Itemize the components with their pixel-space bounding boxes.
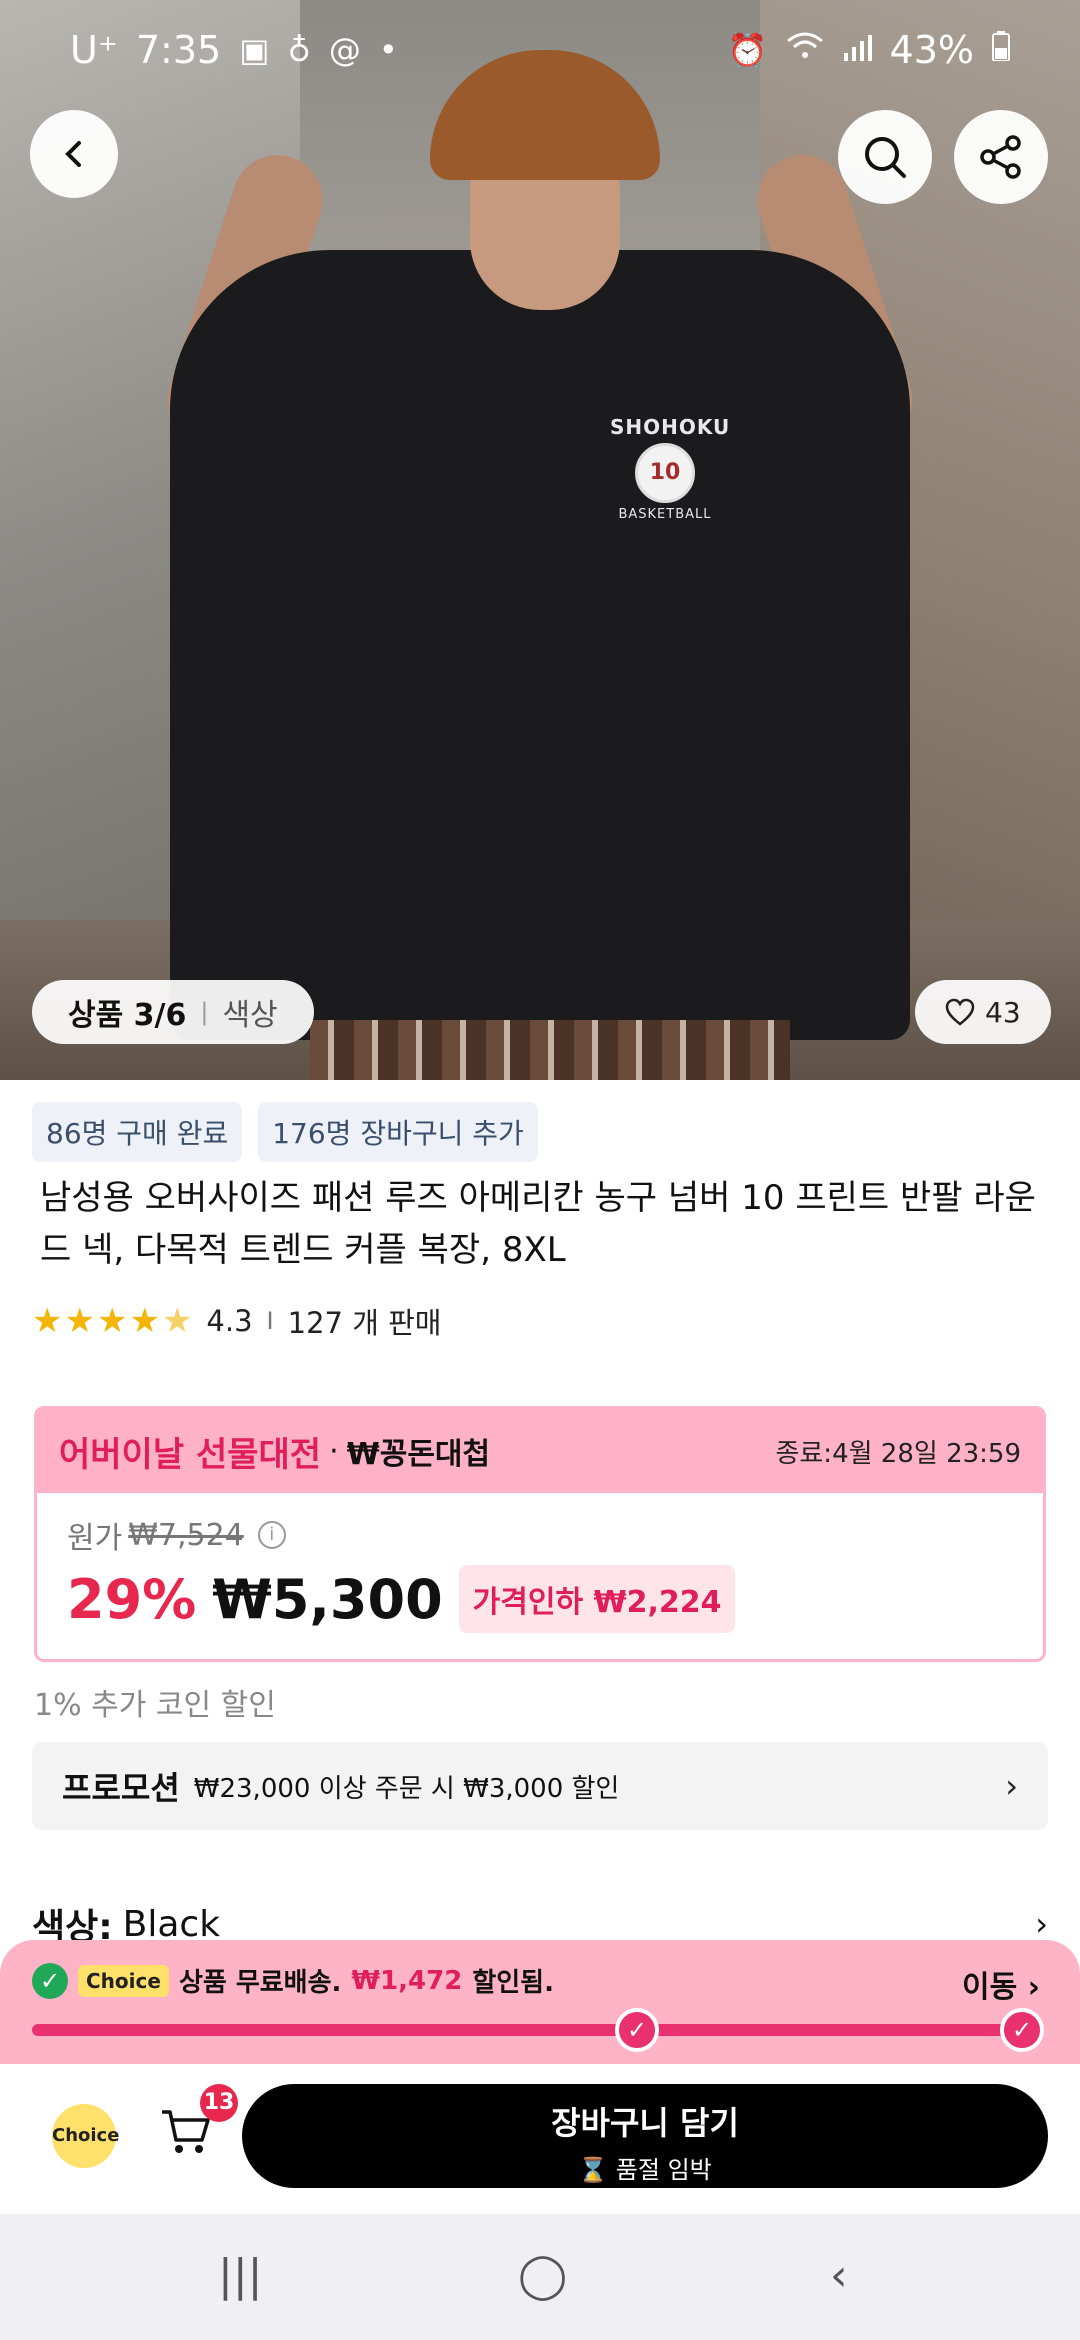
added-to-cart-badge: 176명 장바구니 추가 — [258, 1102, 538, 1162]
shirt-logo: SHOHOKU 10 BASKETBALL — [610, 415, 731, 525]
threads-icon: @ — [328, 31, 361, 69]
back-button[interactable] — [30, 110, 118, 198]
system-nav-bar: ||| ◯ ‹ — [0, 2214, 1080, 2340]
clock: 7:35 — [135, 28, 222, 72]
battery-icon — [992, 31, 1010, 69]
search-icon — [865, 137, 906, 178]
original-price: ₩7,524 — [128, 1517, 244, 1553]
progress-check-icon: ✓ — [615, 2008, 659, 2052]
low-stock-label: ⌛ 품절 임박 — [578, 2156, 712, 2184]
battery-level: 43% — [889, 28, 974, 72]
shipping-text: 상품 무료배송. — [178, 1968, 342, 1998]
event-price-box: 어버이날 선물대전 · ₩꽁돈대첩 종료:4월 28일 23:59 원가 ₩7,… — [34, 1406, 1046, 1662]
image-pager-separator: | — [200, 998, 209, 1026]
star-icon: ★ — [96, 1301, 128, 1341]
event-header: 어버이날 선물대전 · ₩꽁돈대첩 종료:4월 28일 23:59 — [37, 1409, 1043, 1493]
share-icon — [980, 135, 1021, 179]
shipping-go-link[interactable]: 이동 › — [962, 1962, 1040, 2006]
star-icon: ★ — [129, 1301, 160, 1341]
free-shipping-banner: ✓ Choice 상품 무료배송. ₩1,472 할인됨. 이동 › ✓ ✓ — [0, 1940, 1080, 2064]
image-pager-count: 상품 3/6 — [68, 998, 187, 1033]
carrier-label: U⁺ — [70, 28, 118, 72]
promotion-text: ₩23,000 이상 주문 시 ₩3,000 할인 — [193, 1773, 620, 1804]
shirt-logo-ball: 10 — [635, 443, 695, 503]
search-button[interactable] — [838, 110, 932, 204]
signal-icon — [842, 31, 872, 69]
bottom-action-bar: Choice 13 장바구니 담기 ⌛ 품절 임박 — [0, 2064, 1080, 2214]
image-tshirt — [170, 250, 910, 1040]
gallery-icon: ▣ — [239, 31, 270, 69]
notification-icon: ♁ — [287, 31, 311, 69]
product-title: 남성용 오버사이즈 패션 루즈 아메리칸 농구 넘버 10 프린트 반팔 라운드… — [40, 1178, 1036, 1270]
rating-divider: I — [266, 1307, 274, 1335]
shipping-progress-bar — [32, 2024, 1022, 2036]
nav-back-button[interactable]: ‹ — [830, 2250, 848, 2301]
chevron-right-icon: › — [1035, 1905, 1048, 1943]
chevron-right-icon: › — [1005, 1767, 1018, 1805]
purchased-badge: 86명 구매 완료 — [32, 1102, 243, 1162]
coin-discount: 1% 추가 코인 할인 — [34, 1688, 276, 1723]
price-drop-badge: 가격인하 ₩2,224 — [458, 1565, 736, 1633]
share-button[interactable] — [954, 110, 1048, 204]
shirt-logo-bottom: BASKETBALL — [618, 507, 712, 522]
recents-button[interactable]: ||| — [218, 2250, 262, 2301]
shipping-message: ✓ Choice 상품 무료배송. ₩1,472 할인됨. — [32, 1962, 554, 1999]
shipping-suffix: 할인됨. — [472, 1968, 554, 1998]
star-icon: ★ — [64, 1301, 95, 1341]
wifi-icon — [786, 31, 824, 69]
choice-tag: Choice — [78, 1964, 169, 1997]
original-price-label: 원가 — [67, 1521, 123, 1556]
image-pager-label: 색상 — [222, 998, 278, 1033]
shipping-amount: ₩1,472 — [351, 1965, 463, 1996]
sold-count: 127 개 판매 — [287, 1306, 442, 1340]
more-dot-icon: • — [378, 31, 398, 69]
event-subtitle: ₩꽁돈대첩 — [346, 1437, 491, 1472]
social-proof-badges: 86명 구매 완료 176명 장바구니 추가 — [32, 1102, 538, 1162]
star-icon: ★ — [32, 1301, 63, 1341]
rating-row[interactable]: ★ ★ ★ ★ ★ 4.3 I 127 개 판매 — [32, 1300, 441, 1342]
sale-price: ₩5,300 — [212, 1567, 443, 1631]
image-pager[interactable]: 상품 3/6 | 색상 — [32, 980, 314, 1044]
home-button[interactable]: ◯ — [518, 2250, 567, 2301]
check-circle-icon: ✓ — [32, 1962, 68, 1999]
event-body: 원가 ₩7,524 i 29% ₩5,300 가격인하 ₩2,224 — [37, 1493, 1043, 1653]
cart-button[interactable] — [160, 2108, 212, 2167]
image-pants — [310, 1020, 790, 1080]
like-count: 43 — [985, 995, 1021, 1029]
rating-value: 4.3 — [206, 1304, 253, 1338]
progress-check-icon: ✓ — [1000, 2008, 1044, 2052]
rating-stars: ★ ★ ★ ★ ★ — [32, 1301, 192, 1341]
status-bar: U⁺ 7:35 ▣ ♁ @ • ⏰ 43% — [0, 0, 1080, 100]
info-icon[interactable]: i — [257, 1521, 286, 1549]
discount-percent: 29% — [67, 1567, 197, 1631]
add-to-cart-button[interactable]: 장바구니 담기 ⌛ 품절 임박 — [242, 2084, 1048, 2188]
promotion-row[interactable]: 프로모션 ₩23,000 이상 주문 시 ₩3,000 할인 › — [32, 1742, 1048, 1830]
star-half-icon: ★ — [161, 1301, 193, 1341]
cart-count-badge: 13 — [200, 2084, 238, 2122]
alarm-icon: ⏰ — [727, 31, 768, 69]
promotion-label: 프로모션 — [62, 1769, 180, 1807]
shirt-logo-top: SHOHOKU — [610, 415, 731, 439]
color-option-value: Black — [122, 1903, 221, 1945]
choice-logo[interactable]: Choice — [52, 2104, 119, 2168]
event-end-time: 종료:4월 28일 23:59 — [775, 1438, 1021, 1469]
original-price-row: 원가 ₩7,524 i — [67, 1513, 1013, 1557]
heart-icon — [945, 998, 975, 1026]
price-row: 29% ₩5,300 가격인하 ₩2,224 — [67, 1565, 1013, 1633]
event-dot: · — [329, 1433, 339, 1469]
add-to-cart-label: 장바구니 담기 — [551, 2104, 739, 2142]
event-name: 어버이날 선물대전 — [59, 1434, 322, 1475]
like-button[interactable]: 43 — [915, 980, 1051, 1044]
chevron-left-icon — [65, 141, 81, 167]
